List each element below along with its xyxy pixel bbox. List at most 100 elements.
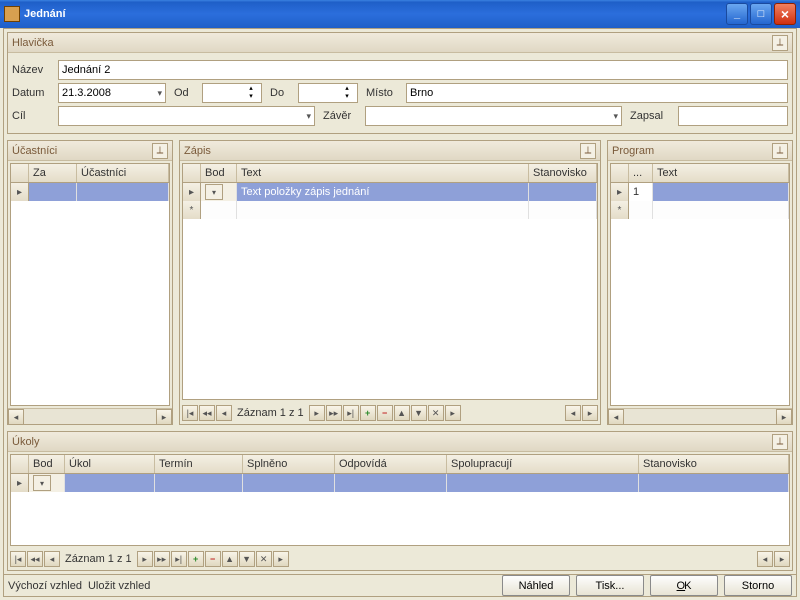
ucastnici-panel: Účastníci ⟂ Za Účastníci ▸ bbox=[7, 140, 173, 425]
spin-up-icon[interactable]: ▴ bbox=[244, 85, 258, 93]
nav-more-button[interactable]: ▸ bbox=[445, 405, 461, 421]
nahled-button[interactable]: Náhled bbox=[502, 575, 570, 596]
nav-down-button[interactable]: ▼ bbox=[411, 405, 427, 421]
misto-input[interactable] bbox=[406, 83, 788, 103]
nav-nextpage-button[interactable]: ▸▸ bbox=[326, 405, 342, 421]
col-stanovisko[interactable]: Stanovisko bbox=[639, 455, 789, 473]
nav-next-button[interactable]: ▸ bbox=[309, 405, 325, 421]
col-bod[interactable]: Bod bbox=[201, 164, 237, 182]
pushpin-icon[interactable]: ⟂ bbox=[152, 143, 168, 159]
bod-dropdown[interactable]: ▾ bbox=[33, 475, 51, 491]
nav-last-button[interactable]: ▸| bbox=[343, 405, 359, 421]
cell-num[interactable]: 1 bbox=[629, 183, 653, 201]
table-row[interactable]: ▸ ▾ Text položky zápis jednání bbox=[183, 183, 597, 201]
pushpin-icon[interactable]: ⟂ bbox=[772, 35, 788, 51]
col-termin[interactable]: Termín bbox=[155, 455, 243, 473]
nav-next-button[interactable]: ▸ bbox=[137, 551, 153, 567]
cell-stanovisko[interactable] bbox=[529, 183, 597, 201]
program-panel: Program ⟂ ... Text ▸ 1 * bbox=[607, 140, 793, 425]
new-row[interactable]: * bbox=[183, 201, 597, 219]
ok-button[interactable]: OK bbox=[650, 575, 718, 596]
scroll-right-button[interactable]: ▸ bbox=[774, 551, 790, 567]
nav-record-label: Záznam 1 z 1 bbox=[65, 553, 132, 565]
col-text[interactable]: Text bbox=[653, 164, 789, 182]
scroll-left-button[interactable]: ◂ bbox=[8, 409, 24, 425]
nav-prevpage-button[interactable]: ◂◂ bbox=[27, 551, 43, 567]
scroll-left-button[interactable]: ◂ bbox=[608, 409, 624, 425]
zapis-grid[interactable]: Bod Text Stanovisko ▸ ▾ Text položky záp… bbox=[182, 163, 598, 400]
nav-cancel-button[interactable]: ✕ bbox=[256, 551, 272, 567]
tisk-button[interactable]: Tisk... bbox=[576, 575, 644, 596]
new-row[interactable]: * bbox=[611, 201, 789, 219]
nazev-input[interactable] bbox=[58, 60, 788, 80]
titlebar[interactable]: Jednání _ □ × bbox=[0, 0, 800, 28]
od-label: Od bbox=[174, 87, 202, 99]
chevron-down-icon: ▾ bbox=[306, 111, 311, 122]
nav-remove-button[interactable]: − bbox=[377, 405, 393, 421]
table-row[interactable]: ▸ 1 bbox=[611, 183, 789, 201]
nav-prevpage-button[interactable]: ◂◂ bbox=[199, 405, 215, 421]
col-ukol[interactable]: Úkol bbox=[65, 455, 155, 473]
scroll-right-button[interactable]: ▸ bbox=[156, 409, 172, 425]
spin-up-icon[interactable]: ▴ bbox=[340, 85, 354, 93]
nav-prev-button[interactable]: ◂ bbox=[216, 405, 232, 421]
bod-dropdown[interactable]: ▾ bbox=[205, 184, 223, 200]
new-row-icon: * bbox=[611, 201, 629, 219]
scroll-right-button[interactable]: ▸ bbox=[582, 405, 598, 421]
col-splneno[interactable]: Splněno bbox=[243, 455, 335, 473]
nav-cancel-button[interactable]: ✕ bbox=[428, 405, 444, 421]
pushpin-icon[interactable]: ⟂ bbox=[772, 434, 788, 450]
nav-add-button[interactable]: + bbox=[360, 405, 376, 421]
row-indicator-icon: ▸ bbox=[11, 474, 29, 492]
nav-last-button[interactable]: ▸| bbox=[171, 551, 187, 567]
datum-picker[interactable]: 21.3.2008 ▾ bbox=[58, 83, 166, 103]
close-button[interactable]: × bbox=[774, 3, 796, 25]
scroll-left-button[interactable]: ◂ bbox=[565, 405, 581, 421]
ukoly-grid[interactable]: Bod Úkol Termín Splněno Odpovídá Spolupr… bbox=[10, 454, 790, 546]
maximize-button[interactable]: □ bbox=[750, 3, 772, 25]
col-num[interactable]: ... bbox=[629, 164, 653, 182]
spin-down-icon[interactable]: ▾ bbox=[244, 93, 258, 101]
ucastnici-grid[interactable]: Za Účastníci ▸ bbox=[10, 163, 170, 406]
cell-text[interactable] bbox=[653, 183, 789, 201]
minimize-button[interactable]: _ bbox=[726, 3, 748, 25]
scroll-right-button[interactable]: ▸ bbox=[776, 409, 792, 425]
nav-first-button[interactable]: |◂ bbox=[10, 551, 26, 567]
col-ucastnici[interactable]: Účastníci bbox=[77, 164, 169, 182]
storno-button[interactable]: Storno bbox=[724, 575, 792, 596]
nav-remove-button[interactable]: − bbox=[205, 551, 221, 567]
nav-nextpage-button[interactable]: ▸▸ bbox=[154, 551, 170, 567]
pushpin-icon[interactable]: ⟂ bbox=[772, 143, 788, 159]
cell-text[interactable]: Text položky zápis jednání bbox=[237, 183, 529, 201]
col-spolupracuji[interactable]: Spolupracují bbox=[447, 455, 639, 473]
nav-more-button[interactable]: ▸ bbox=[273, 551, 289, 567]
misto-label: Místo bbox=[366, 87, 406, 99]
spin-down-icon[interactable]: ▾ bbox=[340, 93, 354, 101]
ulozit-vzhled-link[interactable]: Uložit vzhled bbox=[88, 580, 150, 592]
cil-select[interactable]: ▾ bbox=[58, 106, 315, 126]
scroll-left-button[interactable]: ◂ bbox=[757, 551, 773, 567]
nav-up-button[interactable]: ▲ bbox=[222, 551, 238, 567]
col-bod[interactable]: Bod bbox=[29, 455, 65, 473]
col-odpovida[interactable]: Odpovídá bbox=[335, 455, 447, 473]
nav-first-button[interactable]: |◂ bbox=[182, 405, 198, 421]
vychozi-vzhled-link[interactable]: Výchozí vzhled bbox=[8, 580, 82, 592]
nav-record-label: Záznam 1 z 1 bbox=[237, 407, 304, 419]
zapsal-input[interactable] bbox=[678, 106, 788, 126]
table-row[interactable]: ▸ ▾ bbox=[11, 474, 789, 492]
od-spinner[interactable]: ▴▾ bbox=[202, 83, 262, 103]
nav-up-button[interactable]: ▲ bbox=[394, 405, 410, 421]
status-bar: Výchozí vzhled Uložit vzhled Náhled Tisk… bbox=[4, 574, 796, 596]
col-za[interactable]: Za bbox=[29, 164, 77, 182]
col-text[interactable]: Text bbox=[237, 164, 529, 182]
zaver-select[interactable]: ▾ bbox=[365, 106, 622, 126]
ucastnici-title: Účastníci bbox=[12, 145, 57, 157]
pushpin-icon[interactable]: ⟂ bbox=[580, 143, 596, 159]
col-stanovisko[interactable]: Stanovisko bbox=[529, 164, 597, 182]
nav-down-button[interactable]: ▼ bbox=[239, 551, 255, 567]
nav-add-button[interactable]: + bbox=[188, 551, 204, 567]
nav-prev-button[interactable]: ◂ bbox=[44, 551, 60, 567]
ukoly-navigator: |◂ ◂◂ ◂ Záznam 1 z 1 ▸ ▸▸ ▸| + − ▲ ▼ ✕ ▸… bbox=[10, 550, 790, 568]
program-grid[interactable]: ... Text ▸ 1 * bbox=[610, 163, 790, 406]
do-spinner[interactable]: ▴▾ bbox=[298, 83, 358, 103]
